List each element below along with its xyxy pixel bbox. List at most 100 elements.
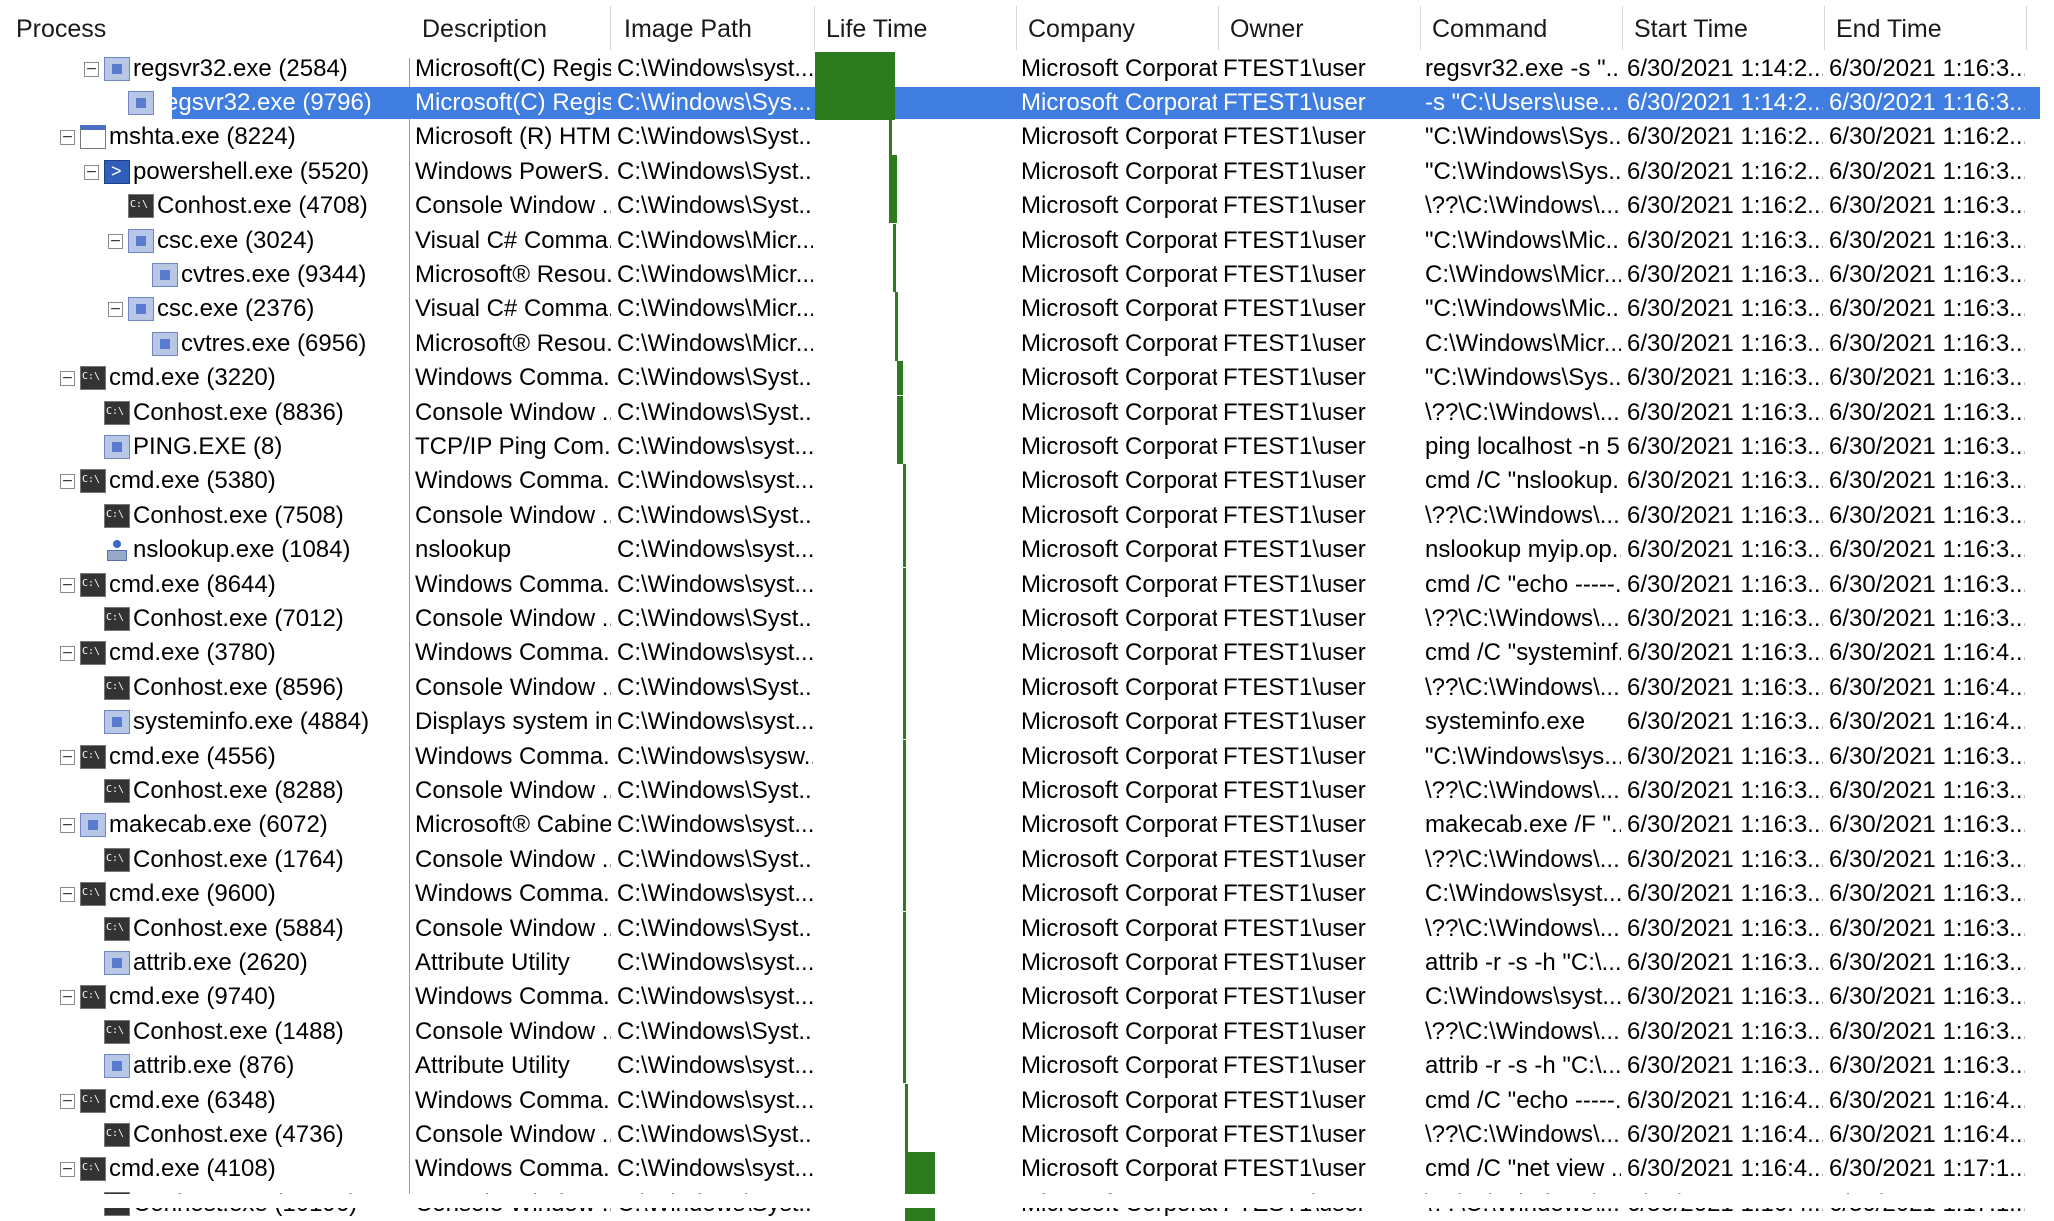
life-time-bar <box>903 945 906 981</box>
column-separator[interactable] <box>1420 6 1421 50</box>
table-row[interactable]: − cmd.exe (4108) Windows Comma...C:\Window… <box>0 1152 2040 1187</box>
owner-cell: FTEST1\user <box>1223 192 1366 220</box>
table-row[interactable]: Conhost.exe (1488) Console Window ...C:\W… <box>0 1014 2040 1050</box>
table-row[interactable]: Conhost.exe (4708) Console Window ...C:\W… <box>0 189 2040 224</box>
table-row[interactable]: −cmd.exe (9740)Windows Comma...C:\Window… <box>0 980 2040 1015</box>
collapse-toggle-icon[interactable]: − <box>84 164 99 180</box>
table-row[interactable]: −cmd.exe (9600)Windows Comma...C:\Window… <box>0 877 2040 912</box>
table-row[interactable]: systeminfo.exe (4884) Displays system in.… <box>0 705 2040 740</box>
command-cell: \??\C:\Windows\... <box>1425 398 1620 426</box>
table-row[interactable]: − cmd.exe (3220) Windows Comma...C:\Window… <box>0 361 2040 396</box>
process-name: cmd.exe (4556) <box>109 742 276 770</box>
table-row[interactable]: Conhost.exe (1764) Console Window ...C:\W… <box>0 842 2040 878</box>
column-separator[interactable] <box>1016 6 1017 50</box>
table-row[interactable]: − cmd.exe (6348) Windows Comma...C:\Window… <box>0 1083 2040 1118</box>
table-row-selected[interactable]: regsvr32.exe (9796) Microsoft(C) Regis...… <box>0 85 2040 121</box>
life-time-bar <box>905 1152 935 1187</box>
description-cell: Console Window ... <box>415 398 611 426</box>
column-separator[interactable] <box>2026 6 2027 50</box>
column-header-command[interactable]: Command <box>1424 0 1624 58</box>
collapse-toggle-icon[interactable]: − <box>60 749 75 765</box>
table-row[interactable]: Conhost.exe (8836) Console Window ...C:\W… <box>0 395 2040 430</box>
collapse-toggle-icon[interactable]: − <box>108 233 123 249</box>
command-cell: \??\C:\Windows\... <box>1425 501 1620 529</box>
table-row[interactable]: attrib.exe (2620) Attribute Utility C:\Win… <box>0 945 2040 981</box>
table-row[interactable]: − cmd.exe (4556) Windows Comma...C:\Window… <box>0 739 2040 774</box>
command-cell: \??\C:\Windows\... <box>1425 845 1620 873</box>
column-header-owner[interactable]: Owner <box>1222 0 1422 58</box>
column-header-life-time[interactable]: Life Time <box>818 0 1018 58</box>
description-cell: nslookup <box>415 536 512 564</box>
table-row[interactable]: cvtres.exe (6956) Microsoft® Resou... C:\W… <box>0 326 2040 362</box>
column-separator[interactable] <box>1218 6 1219 50</box>
table-row[interactable]: − cmd.exe (5380) Windows Comma...C:\Window… <box>0 464 2040 499</box>
process-name: cmd.exe (9600) <box>109 880 276 908</box>
console-icon <box>80 572 106 597</box>
table-row[interactable]: − mshta.exe (8224) Microsoft (R) HTM... C:\… <box>0 120 2040 155</box>
image-path-cell: C:\Windows\Syst... <box>617 123 813 151</box>
table-row[interactable]: Conhost.exe (8596) Console Window ...C:\W… <box>0 670 2040 706</box>
collapse-toggle-icon[interactable]: − <box>60 577 75 593</box>
process-name: PING.EXE (8) <box>133 432 283 460</box>
column-separator[interactable] <box>1622 6 1623 50</box>
table-row[interactable]: − regsvr32.exe (2584) Microsoft(C) Regis..… <box>0 51 2040 86</box>
collapse-toggle-icon[interactable]: − <box>60 130 75 146</box>
collapse-toggle-icon[interactable]: − <box>84 61 99 77</box>
command-cell: systeminfo.exe <box>1425 708 1586 736</box>
column-header-start-time[interactable]: Start Time <box>1626 0 1826 58</box>
image-path-cell: C:\Windows\syst... <box>617 54 813 82</box>
table-row[interactable]: − cmd.exe (8644) Windows Comma...C:\Window… <box>0 567 2040 602</box>
image-path-cell: C:\Windows\syst... <box>617 432 813 460</box>
command-cell: "C:\Windows\Mic... <box>1425 295 1621 323</box>
table-row[interactable]: cvtres.exe (9344) Microsoft® Resou... C:\W… <box>0 257 2040 293</box>
command-cell: \??\C:\Windows\... <box>1425 1017 1620 1045</box>
table-row[interactable]: − powershell.exe (5520) Windows PowerS...C… <box>0 154 2040 190</box>
collapse-toggle-icon[interactable]: − <box>60 474 75 490</box>
table-row[interactable]: attrib.exe (876) Attribute Utility C:\Wind… <box>0 1049 2040 1084</box>
image-path-cell: C:\Windows\Syst... <box>617 845 813 873</box>
table-row[interactable]: − csc.exe (3024) Visual C# Comma... C:\Wind… <box>0 223 2040 258</box>
column-header-process[interactable]: Process <box>8 0 408 58</box>
collapse-toggle-icon[interactable]: − <box>60 371 75 387</box>
life-time-bar <box>895 292 898 327</box>
collapse-toggle-icon[interactable]: − <box>60 1162 75 1178</box>
end-time-cell: 6/30/2021 1:16:3... <box>1829 570 2025 598</box>
owner-cell: FTEST1\user <box>1223 1086 1366 1114</box>
company-cell: Microsoft Corporat... <box>1021 398 1217 426</box>
start-time-cell: 6/30/2021 1:14:2... <box>1627 88 1823 116</box>
table-row[interactable]: Conhost.exe (7012) Console Window ...C:\W… <box>0 601 2040 637</box>
collapse-toggle-icon[interactable]: − <box>60 887 75 903</box>
process-name: cmd.exe (3220) <box>109 364 276 392</box>
column-separator[interactable] <box>610 6 611 50</box>
nslookup-icon <box>104 538 130 563</box>
life-time-bar <box>903 877 906 912</box>
image-path-cell: C:\Windows\Sys... <box>617 88 812 116</box>
collapse-toggle-icon[interactable]: − <box>60 990 75 1006</box>
description-cell: Windows Comma... <box>415 983 611 1011</box>
column-header-company[interactable]: Company <box>1020 0 1220 58</box>
column-header-end-time[interactable]: End Time <box>1828 0 2028 58</box>
table-row[interactable]: PING.EXE (8) TCP/IP Ping Com... C:\Windows… <box>0 429 2040 465</box>
column-separator[interactable] <box>814 6 815 50</box>
column-separator[interactable] <box>1824 6 1825 50</box>
collapse-toggle-icon[interactable]: − <box>60 818 75 834</box>
table-row[interactable]: Conhost.exe (8288) Console Window ...C:\W… <box>0 773 2040 809</box>
table-row[interactable]: − makecab.exe (6072) Microsoft® Cabine... C… <box>0 808 2040 843</box>
table-row[interactable]: − csc.exe (2376) Visual C# Comma... C:\Wind… <box>0 292 2040 327</box>
start-time-cell: 6/30/2021 1:16:3... <box>1627 1017 1823 1045</box>
table-row[interactable]: Conhost.exe (7508) Console Window ...C:\W… <box>0 498 2040 534</box>
console-icon <box>80 1157 106 1182</box>
table-row[interactable]: Conhost.exe (5884) Console Window ...C:\W… <box>0 911 2040 946</box>
table-row[interactable]: nslookup.exe (1084) nslookup C:\Windows\sy… <box>0 533 2040 568</box>
image-path-cell: C:\Windows\syst... <box>617 948 813 976</box>
collapse-toggle-icon[interactable]: − <box>108 302 123 318</box>
description-cell: Windows Comma... <box>415 364 611 392</box>
collapse-toggle-icon[interactable]: − <box>60 646 75 662</box>
table-row[interactable]: − cmd.exe (3780) Windows Comma...C:\Window… <box>0 636 2040 671</box>
collapse-toggle-icon[interactable]: − <box>60 1093 75 1109</box>
owner-cell: FTEST1\user <box>1223 501 1366 529</box>
column-header-description[interactable]: Description <box>414 0 614 58</box>
column-header-image-path[interactable]: Image Path <box>616 0 816 58</box>
company-cell: Microsoft Corporat... <box>1021 811 1217 839</box>
table-row[interactable]: Conhost.exe (4736) Console Window ...C:\W… <box>0 1117 2040 1153</box>
